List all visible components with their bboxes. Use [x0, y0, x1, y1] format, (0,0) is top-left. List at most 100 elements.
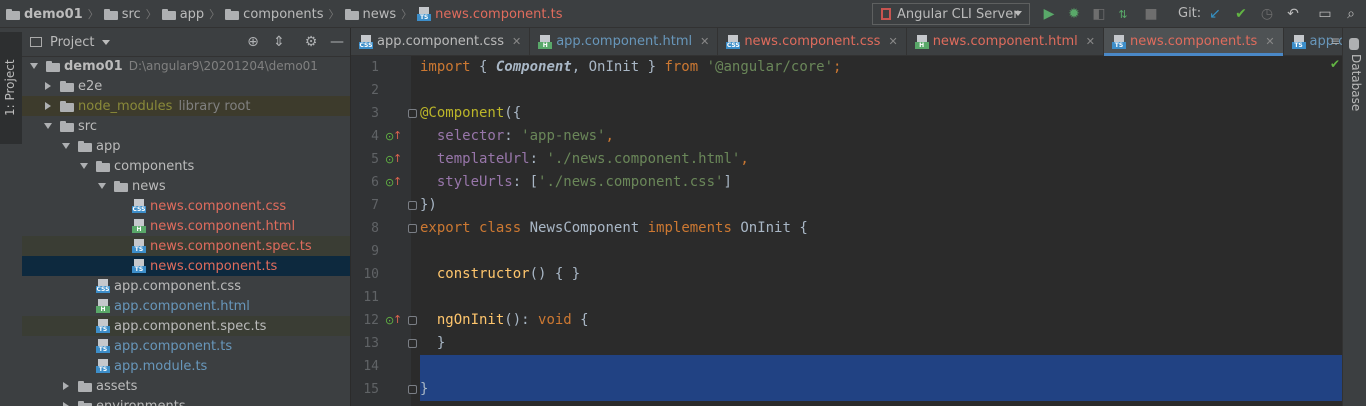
database-icon [1349, 38, 1359, 50]
code-line-6[interactable]: styleUrls: ['./news.component.css'] [420, 171, 732, 194]
git-commit-icon[interactable]: ✔ [1232, 5, 1250, 23]
git-history-icon[interactable]: ◷ [1258, 5, 1276, 23]
tab-app-component-html[interactable]: H app.component.html ✕ [530, 28, 719, 55]
git-rollback-icon[interactable]: ↶ [1284, 5, 1302, 23]
code-line-12[interactable]: ngOnInit(): void { [420, 309, 589, 332]
fold-marker-icon[interactable] [408, 339, 417, 348]
code-line-13[interactable]: } [420, 332, 445, 355]
expand-arrow-icon[interactable] [42, 102, 54, 110]
tree-item-app-css[interactable]: CSS app.component.css [22, 276, 350, 296]
minimize-icon[interactable]: — [328, 33, 346, 51]
code-line-7[interactable]: }) [420, 194, 437, 217]
expand-arrow-icon[interactable] [60, 382, 72, 390]
line-number: 5 [371, 152, 379, 167]
chevron-down-icon[interactable] [102, 39, 111, 45]
chevron-right-icon: 〉 [87, 8, 99, 21]
debug-icon[interactable]: ✹ [1065, 5, 1083, 23]
code-line-15-selected[interactable]: } [420, 378, 1342, 401]
git-update-icon[interactable]: ↙ [1206, 5, 1224, 23]
tree-item-news-spec[interactable]: TS news.component.spec.ts [22, 236, 350, 256]
code-line-4[interactable]: selector: 'app-news', [420, 125, 614, 148]
close-icon[interactable]: ✕ [512, 35, 521, 48]
tree-item-news-html[interactable]: H news.component.html [22, 216, 350, 236]
inspection-ok-icon[interactable]: ✔ [1330, 57, 1340, 71]
fold-marker-icon[interactable] [408, 316, 417, 325]
expand-arrow-icon[interactable] [96, 183, 108, 189]
close-icon[interactable]: ✕ [888, 35, 897, 48]
code-line-10[interactable]: constructor() { } [420, 263, 580, 286]
tree-item-news[interactable]: news [22, 176, 350, 196]
code-line-8[interactable]: export class NewsComponent implements On… [420, 217, 808, 240]
tab-app-component-css[interactable]: CSS app.component.css ✕ [351, 28, 531, 55]
project-view-select[interactable]: Project [50, 35, 94, 50]
tree-item-assets[interactable]: assets [22, 376, 350, 396]
code-line-14-selected[interactable] [420, 355, 1342, 378]
tab-news-component-html[interactable]: H news.component.html ✕ [907, 28, 1104, 55]
tree-item-news-css[interactable]: CSS news.component.css [22, 196, 350, 216]
typescript-file-icon: TS [417, 7, 432, 21]
database-tool-tab[interactable]: Database [1349, 54, 1363, 111]
collapse-all-icon[interactable]: ⇕ [270, 33, 288, 51]
tree-item-app-ts[interactable]: TS app.component.ts [22, 336, 350, 356]
expand-arrow-icon[interactable] [28, 63, 40, 69]
tree-item-environments[interactable]: environments [22, 396, 350, 406]
typescript-file-icon: TS [132, 259, 146, 273]
spec-file-icon: TS [132, 239, 146, 253]
tab-overflow-menu-icon[interactable]: ≡ [1330, 34, 1340, 48]
typescript-file-icon: TS [96, 359, 110, 373]
tab-news-component-ts[interactable]: TS news.component.ts ✕ [1103, 28, 1284, 56]
tree-item-app-html[interactable]: H app.component.html [22, 296, 350, 316]
chevron-down-icon [1014, 11, 1022, 16]
search-icon[interactable]: ⌕ [1342, 5, 1360, 23]
tree-item-news-ts[interactable]: TS news.component.ts [22, 256, 350, 276]
locate-icon[interactable]: ⊕ [244, 33, 262, 51]
breadcrumb-app[interactable]: app [161, 7, 204, 22]
fold-marker-icon[interactable] [408, 385, 417, 394]
line-number: 15 [363, 382, 379, 397]
coverage-icon[interactable]: ◧ [1090, 5, 1108, 23]
run-icon[interactable]: ▶ [1040, 5, 1058, 23]
code-area[interactable]: import { Component, OnInit } from '@angu… [420, 56, 1342, 406]
left-tool-window-bar: 1: Project [0, 28, 23, 406]
expand-arrow-icon[interactable] [42, 123, 54, 129]
tab-news-component-css[interactable]: CSS news.component.css ✕ [718, 28, 907, 55]
tree-item-e2e[interactable]: e2e [22, 76, 350, 96]
breadcrumb-components[interactable]: components [225, 7, 324, 22]
fold-marker-icon[interactable] [408, 224, 417, 233]
profile-icon[interactable]: ⇅ [1114, 5, 1132, 23]
code-line-1[interactable]: import { Component, OnInit } from '@angu… [420, 56, 841, 79]
tree-item-src[interactable]: src [22, 116, 350, 136]
expand-arrow-icon[interactable] [60, 402, 72, 406]
breadcrumb-file[interactable]: TS news.component.ts [417, 7, 562, 22]
expand-arrow-icon[interactable] [60, 143, 72, 149]
tree-item-app-module[interactable]: TS app.module.ts [22, 356, 350, 376]
folder-icon [78, 140, 92, 152]
breadcrumb-demo01[interactable]: demo01 [6, 7, 83, 22]
project-tool-tab[interactable]: 1: Project [0, 32, 22, 144]
chevron-right-icon: 〉 [145, 8, 157, 21]
tree-item-root[interactable]: demo01 D:\angular9\20201204\demo01 [22, 56, 350, 76]
code-line-5[interactable]: templateUrl: './news.component.html', [420, 148, 749, 171]
code-line-3[interactable]: @Component({ [420, 102, 521, 125]
close-icon[interactable]: ✕ [700, 35, 709, 48]
html-file-icon: H [96, 299, 110, 313]
presentation-icon[interactable]: ▭ [1316, 5, 1334, 23]
expand-arrow-icon[interactable] [78, 163, 90, 169]
expand-arrow-icon[interactable] [42, 82, 54, 90]
tree-item-app-spec[interactable]: TS app.component.spec.ts [22, 316, 350, 336]
tree-item-app[interactable]: app [22, 136, 350, 156]
close-icon[interactable]: ✕ [1265, 35, 1274, 48]
close-icon[interactable]: ✕ [1086, 35, 1095, 48]
line-number: 14 [363, 359, 379, 374]
run-configuration-select[interactable]: Angular CLI Server [872, 3, 1030, 25]
breadcrumb-src[interactable]: src [103, 7, 141, 22]
gear-icon[interactable]: ⚙ [302, 33, 320, 51]
breadcrumb-news[interactable]: news [344, 7, 396, 22]
tree-item-node-modules[interactable]: node_modules library root [22, 96, 350, 116]
fold-marker-icon[interactable] [408, 109, 417, 118]
tree-item-components[interactable]: components [22, 156, 350, 176]
folder-icon [6, 8, 20, 20]
folder-icon [46, 60, 60, 72]
stop-icon[interactable]: ■ [1142, 5, 1160, 23]
fold-marker-icon[interactable] [408, 201, 417, 210]
